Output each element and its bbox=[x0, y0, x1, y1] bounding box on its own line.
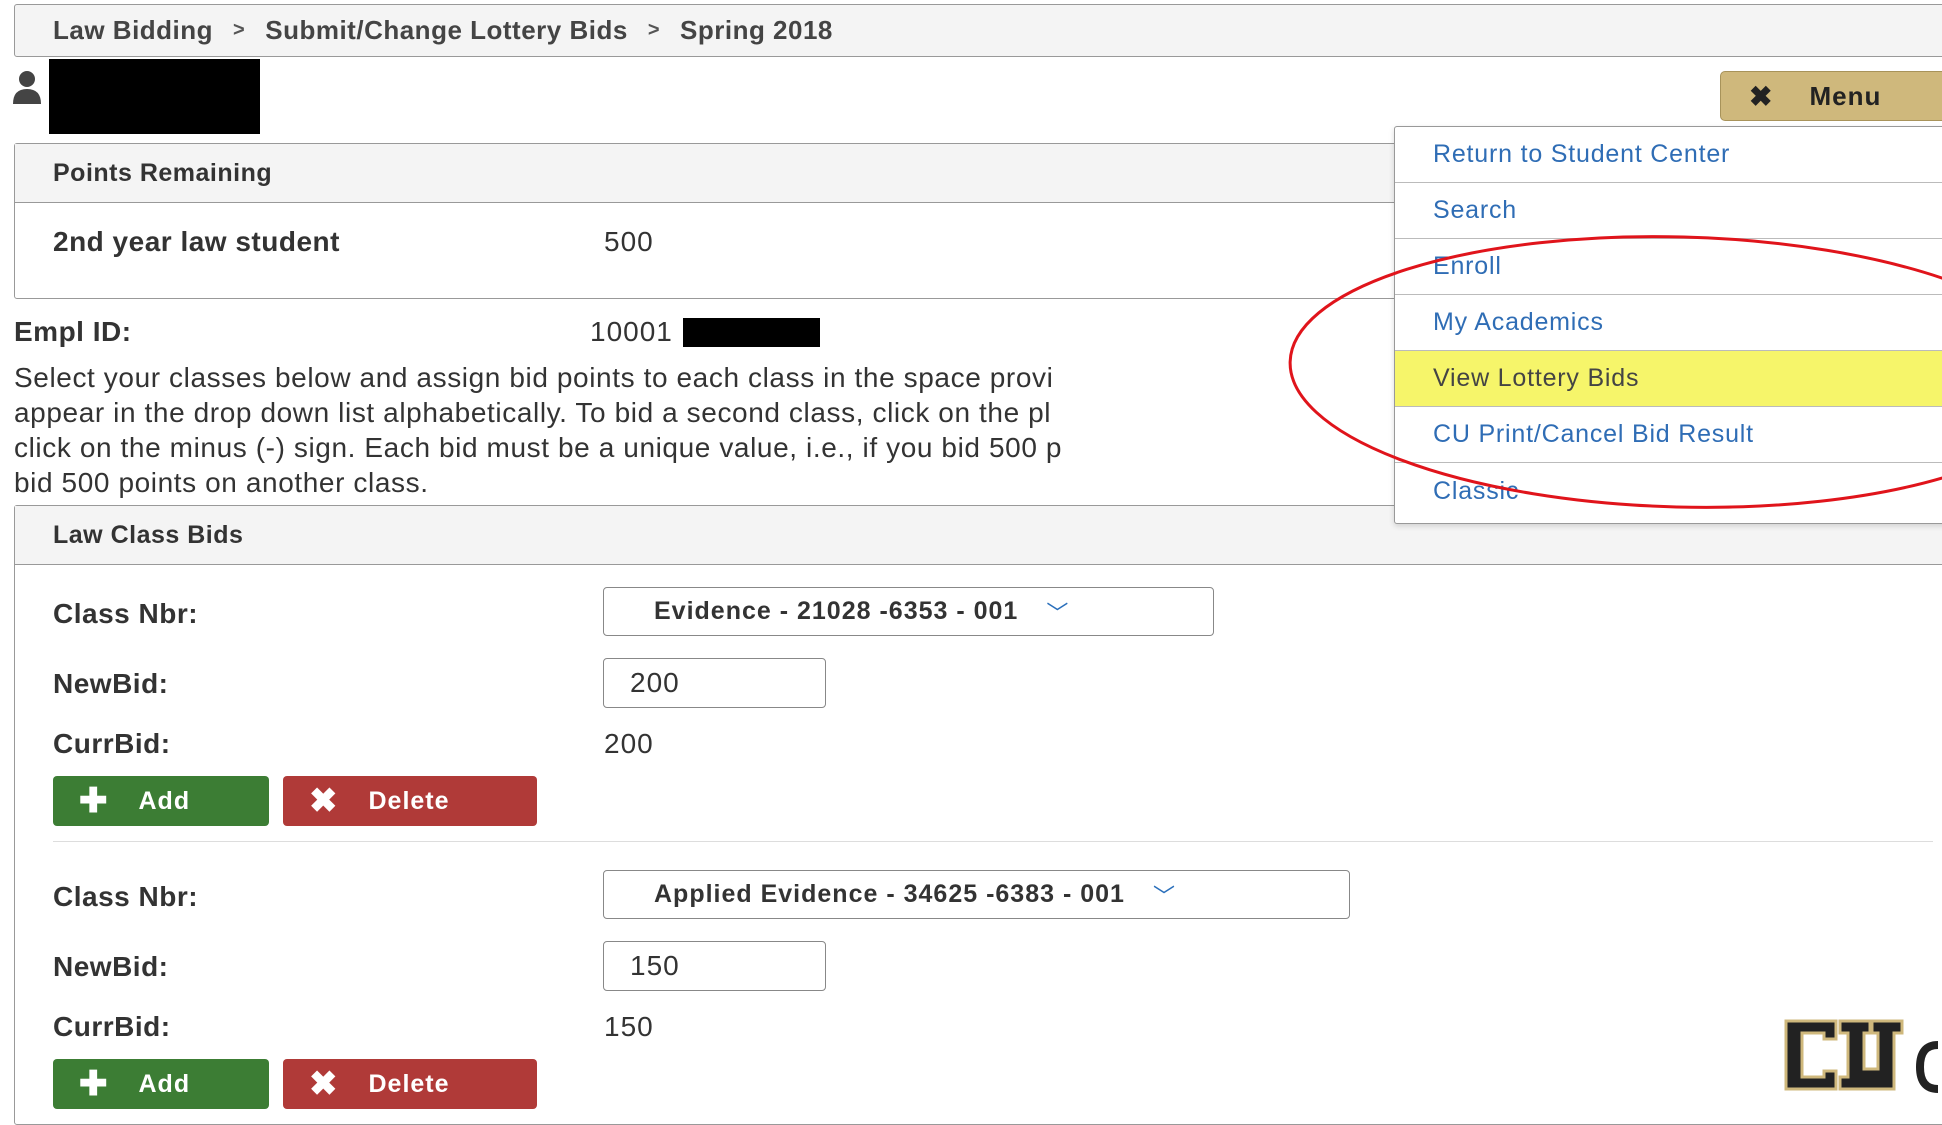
breadcrumb: Law Bidding > Submit/Change Lottery Bids… bbox=[14, 4, 1942, 57]
add-button[interactable]: ✚ Add bbox=[53, 776, 269, 826]
class-nbr-select[interactable]: Applied Evidence - 34625 -6383 - 001 ﹀ bbox=[603, 870, 1350, 919]
empl-id-label: Empl ID: bbox=[14, 316, 132, 347]
redacted-username bbox=[49, 59, 260, 134]
class-nbr-selected: Evidence - 21028 -6353 - 001 bbox=[654, 597, 1019, 625]
menu-item-search[interactable]: Search bbox=[1395, 183, 1942, 239]
breadcrumb-item-term: Spring 2018 bbox=[680, 15, 833, 45]
curr-bid-value: 200 bbox=[604, 728, 654, 759]
add-button-label: Add bbox=[138, 786, 191, 815]
menu-dropdown: Return to Student Center Search Enroll M… bbox=[1394, 126, 1942, 524]
points-remaining-value: 500 bbox=[604, 226, 654, 257]
new-bid-input[interactable]: 200 bbox=[603, 658, 826, 708]
delete-button-label: Delete bbox=[368, 1069, 450, 1098]
curr-bid-value: 150 bbox=[604, 1011, 654, 1042]
new-bid-label: NewBid: bbox=[53, 951, 169, 982]
breadcrumb-separator: > bbox=[647, 19, 660, 41]
plus-icon: ✚ bbox=[79, 782, 109, 820]
menu-item-enroll[interactable]: Enroll bbox=[1395, 239, 1942, 295]
breadcrumb-item-submit-change[interactable]: Submit/Change Lottery Bids bbox=[265, 15, 628, 46]
instructions-line: bid 500 points on another class. bbox=[14, 467, 429, 498]
breadcrumb-item-law-bidding[interactable]: Law Bidding bbox=[53, 15, 213, 46]
add-button[interactable]: ✚ Add bbox=[53, 1059, 269, 1109]
menu-item-cu-print-cancel-bid-result[interactable]: CU Print/Cancel Bid Result bbox=[1395, 407, 1942, 463]
menu-item-view-lottery-bids[interactable]: View Lottery Bids bbox=[1395, 351, 1942, 407]
instructions-text: Select your classes below and assign bid… bbox=[14, 360, 1414, 500]
plus-icon: ✚ bbox=[79, 1065, 109, 1103]
new-bid-label: NewBid: bbox=[53, 668, 169, 699]
instructions-line: click on the minus (-) sign. Each bid mu… bbox=[14, 432, 1063, 463]
close-icon: ✖ bbox=[1749, 80, 1774, 112]
delete-button[interactable]: ✖ Delete bbox=[283, 776, 537, 826]
instructions-line: Select your classes below and assign bid… bbox=[14, 362, 1054, 393]
class-nbr-select[interactable]: Evidence - 21028 -6353 - 001 ﹀ bbox=[603, 587, 1214, 636]
cu-logo-icon bbox=[1784, 1019, 1939, 1093]
menu-button[interactable]: ✖ Menu bbox=[1720, 71, 1942, 121]
user-icon bbox=[13, 71, 41, 104]
class-nbr-label: Class Nbr: bbox=[53, 881, 199, 912]
instructions-line: appear in the drop down list alphabetica… bbox=[14, 397, 1052, 428]
chevron-down-icon: ﹀ bbox=[1152, 883, 1176, 909]
menu-item-classic[interactable]: Classic bbox=[1395, 463, 1942, 519]
curr-bid-label: CurrBid: bbox=[53, 1011, 171, 1042]
delete-button[interactable]: ✖ Delete bbox=[283, 1059, 537, 1109]
empl-id-value: 10001 bbox=[590, 316, 673, 347]
curr-bid-label: CurrBid: bbox=[53, 728, 171, 759]
breadcrumb-separator: > bbox=[233, 19, 246, 41]
delete-button-label: Delete bbox=[368, 786, 450, 815]
bid-divider bbox=[53, 841, 1933, 842]
menu-item-my-academics[interactable]: My Academics bbox=[1395, 295, 1942, 351]
menu-item-return-to-student-center[interactable]: Return to Student Center bbox=[1395, 127, 1942, 183]
chevron-down-icon: ﹀ bbox=[1046, 600, 1070, 626]
new-bid-input[interactable]: 150 bbox=[603, 941, 826, 991]
class-nbr-label: Class Nbr: bbox=[53, 598, 199, 629]
student-type-label: 2nd year law student bbox=[53, 226, 340, 257]
add-button-label: Add bbox=[138, 1069, 191, 1098]
law-class-bids-panel: Law Class Bids Class Nbr: Evidence - 210… bbox=[14, 505, 1942, 1125]
redacted-empl-id bbox=[683, 318, 820, 347]
close-icon: ✖ bbox=[309, 1065, 339, 1103]
menu-button-label: Menu bbox=[1809, 80, 1882, 111]
close-icon: ✖ bbox=[309, 782, 339, 820]
class-nbr-selected: Applied Evidence - 34625 -6383 - 001 bbox=[654, 880, 1125, 908]
